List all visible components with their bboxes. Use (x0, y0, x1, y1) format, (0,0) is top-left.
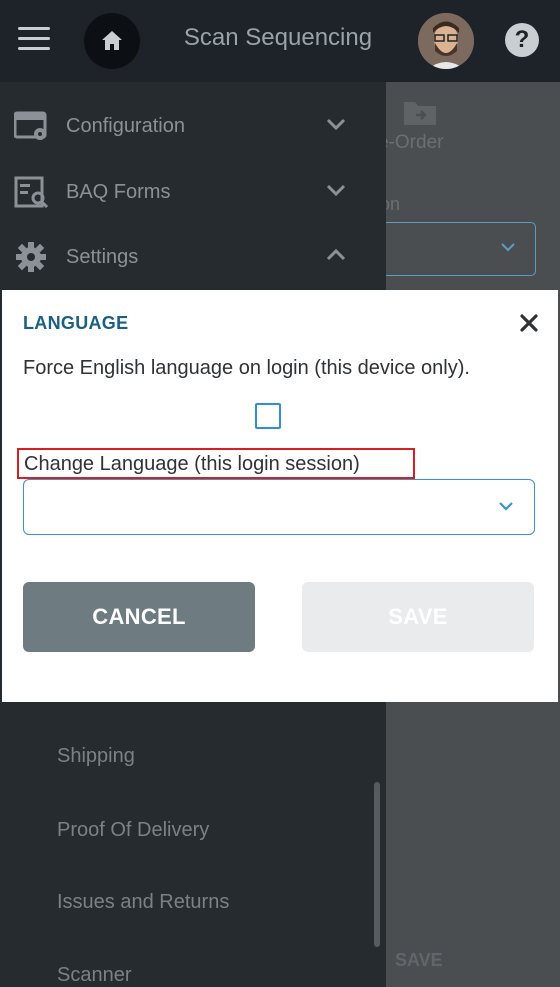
sidebar-item-label: BAQ Forms (66, 181, 171, 203)
user-avatar[interactable] (418, 13, 474, 69)
sidebar-item-label: Settings (66, 246, 139, 268)
language-dialog: LANGUAGE Force English language on login… (2, 290, 558, 702)
chevron-up-icon (326, 249, 346, 261)
folder-icon (404, 102, 436, 125)
close-icon[interactable] (516, 310, 542, 336)
app-title: Scan Sequencing (183, 24, 373, 51)
chevron-down-icon (326, 118, 346, 130)
chevron-down-icon (326, 184, 346, 196)
save-button[interactable]: SAVE (302, 582, 534, 652)
language-select[interactable] (23, 479, 535, 535)
change-language-label: Change Language (this login session) (24, 453, 360, 475)
background-tab-label: e-Order (378, 132, 444, 153)
force-english-checkbox[interactable] (255, 403, 281, 429)
sidebar-subitem-proof-of-delivery[interactable]: Proof Of Delivery (57, 819, 209, 842)
background-select (380, 222, 536, 276)
baq-forms-icon (14, 176, 49, 208)
background-save-label: SAVE (395, 950, 443, 970)
hamburger-menu-icon[interactable] (18, 27, 50, 51)
home-icon (102, 31, 122, 50)
force-english-label: Force English language on login (this de… (23, 357, 470, 379)
sidebar-item-label: Configuration (66, 115, 185, 137)
sidebar-scrollbar[interactable] (374, 782, 380, 947)
cancel-button[interactable]: CANCEL (23, 582, 255, 652)
sidebar-item-baq-forms[interactable]: BAQ Forms (0, 162, 386, 222)
sidebar-item-configuration[interactable]: Configuration (0, 96, 386, 156)
help-icon[interactable]: ? (505, 23, 539, 57)
sidebar-subitem-issues-and-returns[interactable]: Issues and Returns (57, 891, 229, 914)
dialog-title: LANGUAGE (23, 313, 129, 333)
sidebar-subitem-shipping[interactable]: Shipping (57, 745, 135, 768)
gear-icon (16, 242, 46, 272)
sidebar-subitem-scanner[interactable]: Scanner (57, 964, 132, 987)
home-button[interactable] (84, 13, 140, 69)
top-app-bar: Scan Sequencing ? (0, 0, 560, 82)
chevron-down-icon (501, 243, 515, 252)
configuration-icon (14, 111, 47, 140)
sidebar-item-settings[interactable]: Settings (0, 227, 386, 287)
chevron-down-icon (499, 502, 513, 511)
